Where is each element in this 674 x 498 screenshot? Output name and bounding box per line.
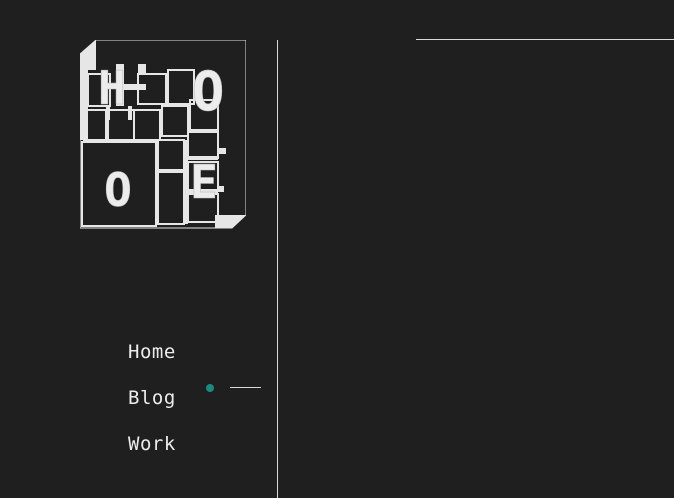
sidebar-divider — [277, 40, 278, 498]
nav-item-label: Work — [128, 433, 176, 455]
logo-letter: H — [98, 61, 126, 115]
main-nav: Home Blog Work — [128, 329, 261, 467]
nav-item-home[interactable]: Home — [128, 329, 176, 375]
header-rule — [416, 39, 674, 40]
active-indicator-line — [230, 387, 261, 388]
logo-letter: O — [192, 60, 225, 123]
nav-item-work[interactable]: Work — [128, 421, 176, 467]
logo-letter: E — [190, 155, 218, 209]
site-logo[interactable]: H O O E — [80, 40, 246, 230]
active-indicator-dot — [206, 384, 214, 392]
nav-item-label: Home — [128, 341, 176, 363]
nav-item-blog[interactable]: Blog — [128, 375, 176, 421]
nav-item-label: Blog — [128, 387, 176, 409]
logo-letter: O — [104, 163, 132, 217]
